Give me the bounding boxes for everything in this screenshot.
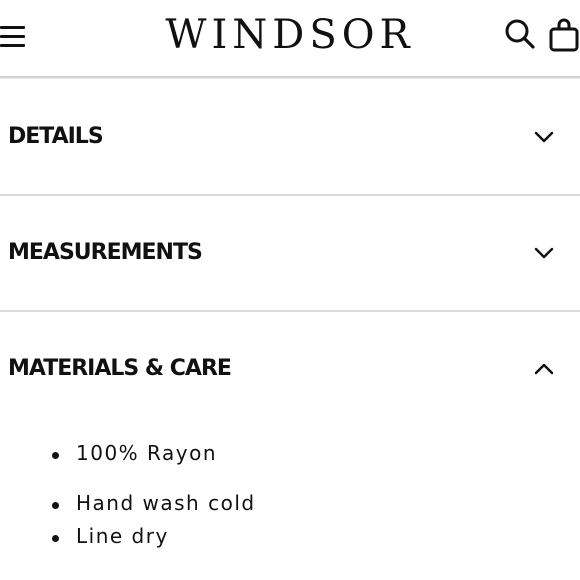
accordion-details[interactable]: DETAILS — [0, 80, 580, 196]
accordion-measurements[interactable]: MEASUREMENTS — [0, 196, 580, 312]
accordion-measurements-label: MEASUREMENTS — [8, 240, 203, 265]
accordion-materials-care[interactable]: MATERIALS & CARE — [0, 312, 580, 428]
chevron-down-icon — [534, 247, 554, 259]
shopping-bag-icon[interactable] — [548, 17, 580, 53]
list-item-text: 100% Rayon — [76, 441, 217, 465]
list-item-text: Hand wash cold — [76, 491, 256, 515]
chevron-down-icon — [534, 131, 554, 143]
brand-logo[interactable]: WINDSOR — [150, 12, 430, 58]
accordion-details-label: DETAILS — [8, 124, 104, 149]
search-icon[interactable] — [504, 18, 536, 50]
bullet-dot — [52, 452, 59, 459]
bullet-dot — [52, 502, 59, 509]
header-shadow — [0, 76, 580, 79]
site-header: WINDSOR — [0, 0, 580, 78]
chevron-up-icon — [534, 363, 554, 375]
hamburger-menu-icon[interactable] — [0, 22, 28, 52]
accordion-materials-care-label: MATERIALS & CARE — [8, 356, 232, 381]
bullet-dot — [52, 535, 59, 542]
list-item-text: Line dry — [76, 524, 169, 548]
